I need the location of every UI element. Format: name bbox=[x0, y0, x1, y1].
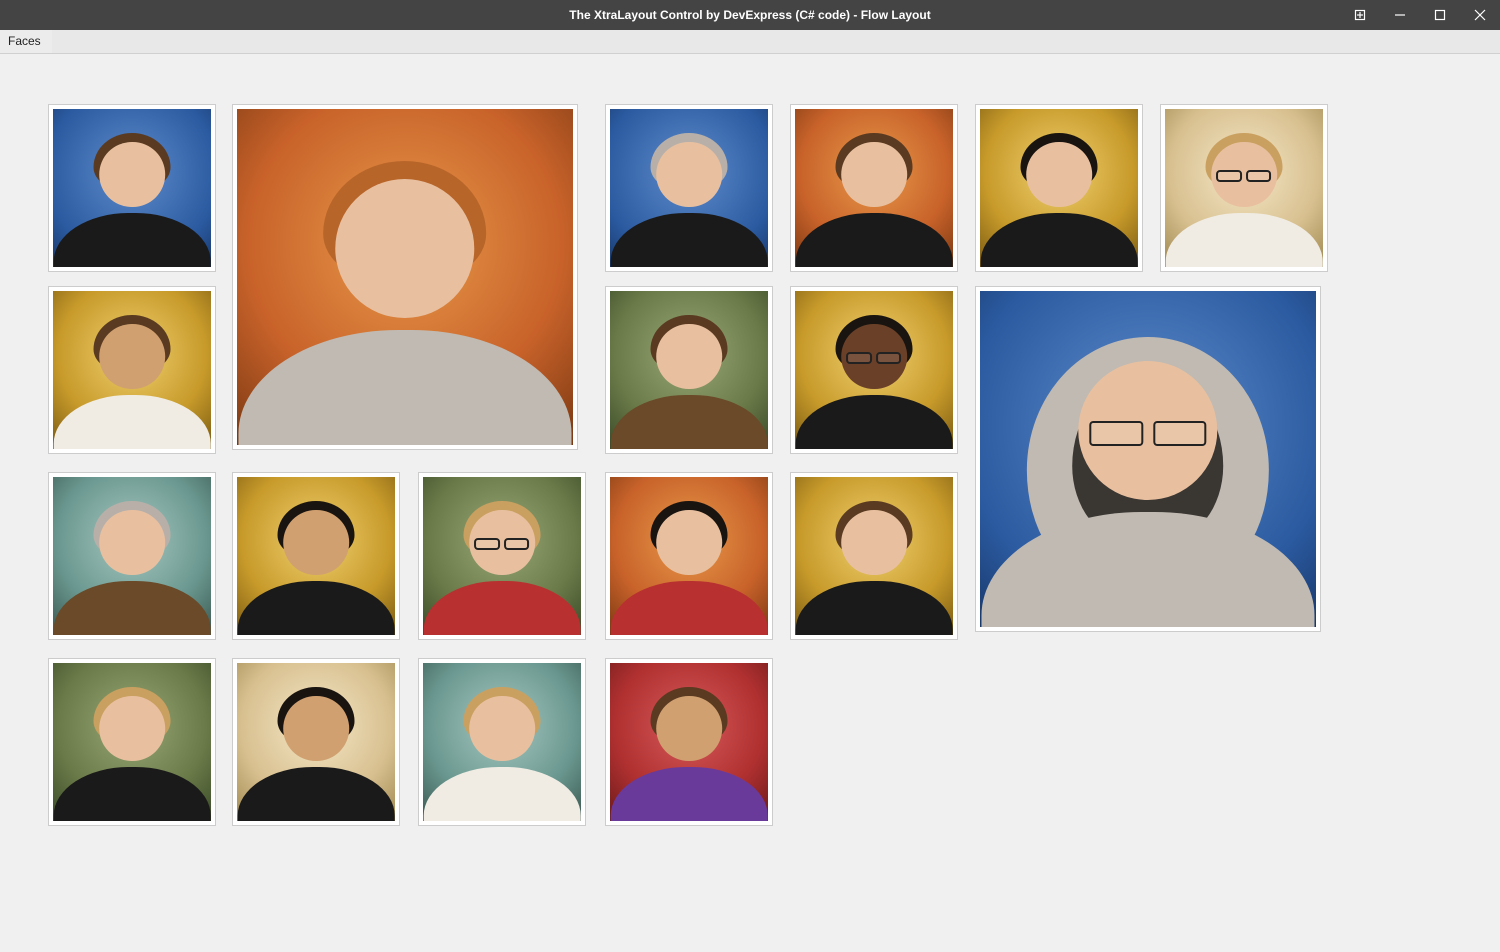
portrait-image bbox=[795, 291, 953, 449]
face-tile[interactable] bbox=[48, 472, 216, 640]
portrait-image bbox=[237, 109, 573, 445]
portrait-image bbox=[237, 477, 395, 635]
tab-faces[interactable]: Faces bbox=[0, 30, 52, 53]
portrait-image bbox=[237, 663, 395, 821]
tab-strip: Faces bbox=[0, 30, 1500, 54]
flow-layout-panel bbox=[0, 54, 1500, 952]
face-tile[interactable] bbox=[605, 658, 773, 826]
portrait-image bbox=[795, 477, 953, 635]
portrait-image bbox=[980, 291, 1316, 627]
window-extra-button[interactable] bbox=[1340, 0, 1380, 30]
window-controls bbox=[1340, 0, 1500, 30]
face-tile[interactable] bbox=[1160, 104, 1328, 272]
portrait-image bbox=[53, 291, 211, 449]
face-tile[interactable] bbox=[605, 104, 773, 272]
minimize-button[interactable] bbox=[1380, 0, 1420, 30]
portrait-image bbox=[53, 109, 211, 267]
face-tile[interactable] bbox=[790, 286, 958, 454]
portrait-image bbox=[610, 663, 768, 821]
face-tile[interactable] bbox=[605, 472, 773, 640]
maximize-button[interactable] bbox=[1420, 0, 1460, 30]
glasses-icon bbox=[844, 352, 904, 363]
glasses-icon bbox=[1214, 170, 1274, 181]
face-tile[interactable] bbox=[48, 104, 216, 272]
portrait-image bbox=[610, 109, 768, 267]
portrait-image bbox=[610, 291, 768, 449]
tab-label: Faces bbox=[8, 34, 41, 48]
portrait-image bbox=[795, 109, 953, 267]
face-tile[interactable] bbox=[790, 104, 958, 272]
portrait-image bbox=[610, 477, 768, 635]
face-tile[interactable] bbox=[975, 104, 1143, 272]
glasses-icon bbox=[472, 538, 532, 549]
face-tile[interactable] bbox=[232, 104, 578, 450]
portrait-image bbox=[53, 663, 211, 821]
portrait-image bbox=[1165, 109, 1323, 267]
face-tile[interactable] bbox=[605, 286, 773, 454]
face-tile[interactable] bbox=[418, 472, 586, 640]
portrait-image bbox=[423, 477, 581, 635]
face-tile[interactable] bbox=[48, 658, 216, 826]
portrait-image bbox=[423, 663, 581, 821]
face-tile[interactable] bbox=[232, 658, 400, 826]
window-titlebar: The XtraLayout Control by DevExpress (C#… bbox=[0, 0, 1500, 30]
face-tile[interactable] bbox=[232, 472, 400, 640]
face-tile[interactable] bbox=[975, 286, 1321, 632]
face-tile[interactable] bbox=[418, 658, 586, 826]
window-title: The XtraLayout Control by DevExpress (C#… bbox=[569, 8, 930, 22]
glasses-icon bbox=[1084, 421, 1211, 445]
face-tile[interactable] bbox=[48, 286, 216, 454]
portrait-image bbox=[53, 477, 211, 635]
face-tile[interactable] bbox=[790, 472, 958, 640]
close-button[interactable] bbox=[1460, 0, 1500, 30]
portrait-image bbox=[980, 109, 1138, 267]
